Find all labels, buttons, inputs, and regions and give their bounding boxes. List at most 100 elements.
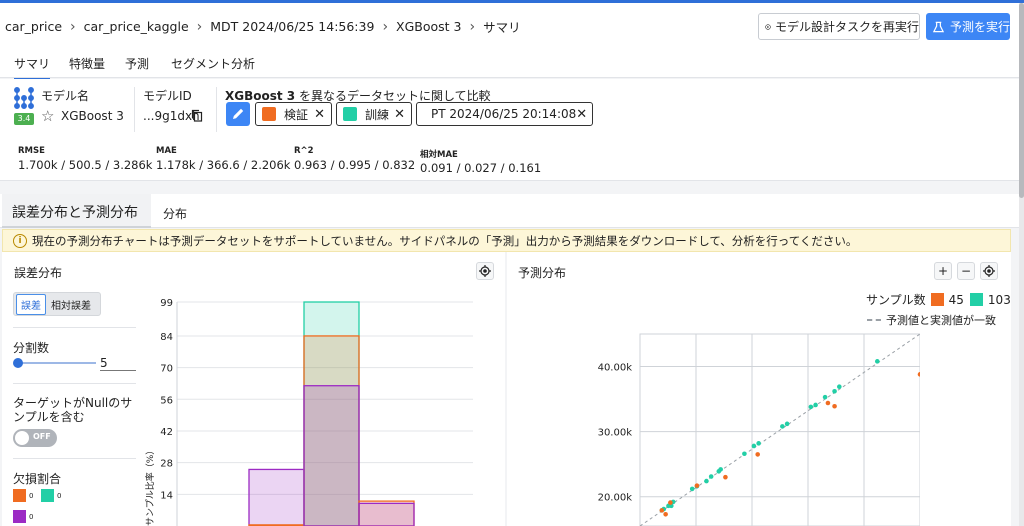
model-tree-icon [14,87,34,109]
scrollbar-thumb[interactable] [1019,3,1024,198]
section-title: 誤差分布と予測分布 [2,194,151,228]
scatter-point [755,452,760,457]
histogram-bar [358,502,415,526]
zoom-out-icon[interactable]: − [957,262,975,280]
divider [13,327,136,328]
dashed-line-swatch [867,319,881,321]
scatter-point [822,394,828,400]
legend-swatch-training [969,293,983,306]
y-tick-label: 70 [160,364,173,375]
missing-value: 0 [57,492,62,500]
bins-label: 分割数 [13,341,50,355]
y-tick-label: 20.00k [598,493,633,504]
compare-heading-text: を異なるデータセットに関して比較 [298,89,491,103]
missing-ratio-label: 欠損割合 [13,472,62,486]
divider [13,383,136,384]
metric-value-rmse: 1.700k / 500.5 / 3.286k [18,158,153,172]
bins-input[interactable]: 5 [100,356,136,371]
y-tick-label: 42 [160,427,173,438]
breadcrumb-model[interactable]: XGBoost 3 [396,19,461,34]
compare-model-name: XGBoost 3 [225,89,296,103]
metric-label-rmse: RMSE [18,146,45,156]
sample-count-training: 103 [987,292,1011,307]
model-id-label: モデルID [143,89,192,103]
pencil-icon [233,108,244,119]
metric-label-relative-mae: 相対MAE [420,150,458,160]
warning-banner: i 現在の予測分布チャートは予測データセットをサポートしていません。サイドパネル… [2,229,1011,252]
scatter-point [756,441,761,446]
histogram-bar [248,468,305,526]
scatter-point [751,443,757,449]
y-tick-label: 14 [160,490,173,501]
missing-swatch-training [41,489,54,502]
tab-distribution[interactable]: 分布 [163,205,187,222]
missing-swatch-validation [13,489,26,502]
zoom-in-icon[interactable]: + [934,262,952,280]
scatter-point [813,402,818,408]
focus-icon[interactable] [476,262,494,280]
dataset-chip-validation[interactable]: 検証 ✕ [255,102,332,126]
breadcrumb-dataset[interactable]: car_price_kaggle [84,19,189,34]
sample-count-label: サンプル数 [866,293,926,307]
color-swatch [343,107,357,121]
missing-swatch-prediction [13,510,26,523]
edit-datasets-button[interactable] [226,102,250,126]
tab-summary[interactable]: サマリ [14,55,51,80]
dataset-chip-label: 訓練 [365,107,390,122]
scatter-point [659,508,665,513]
prediction-scatter: 40.00k 30.00k 20.00k [598,333,920,526]
chevron-right-icon: › [469,18,476,35]
divider [134,87,135,132]
dataset-chip-label: PT 2024/06/25 20:14:08 [431,107,577,121]
breadcrumb: car_price › car_price_kaggle › MDT 2024/… [5,17,521,36]
metric-value-relative-mae: 0.091 / 0.027 / 0.161 [420,161,542,175]
close-icon[interactable]: ✕ [314,107,325,122]
scatter-point [825,400,831,406]
missing-value: 0 [29,492,34,500]
include-null-toggle[interactable]: OFF [13,429,57,447]
include-null-label: ターゲットがNullのサンプルを含む [13,396,133,424]
segment-error[interactable]: 誤差 [16,293,46,315]
scatter-point [668,500,673,505]
rerun-task-button[interactable]: モデル設計タスクを再実行 [758,13,920,40]
tab-prediction[interactable]: 予測 [125,55,149,72]
breadcrumb-project[interactable]: car_price [5,19,62,34]
chevron-right-icon: › [70,18,76,35]
close-icon[interactable]: ✕ [576,107,587,122]
y-tick-label: 40.00k [598,363,633,374]
run-prediction-button[interactable]: 予測を実行 [926,13,1010,40]
predict-icon [932,21,945,32]
scatter-point [742,451,747,457]
dataset-chip-prediction[interactable]: PT 2024/06/25 20:14:08 ✕ [416,102,593,126]
scatter-point [837,384,842,390]
breadcrumb-current: サマリ [483,20,521,35]
error-histogram: 99 84 70 56 42 28 14 サンプル比率（%） [144,298,473,526]
bins-slider-thumb[interactable] [13,358,23,368]
y-tick-label: 28 [160,459,173,470]
model-name-label: モデル名 [41,89,90,103]
scatter-point [808,404,814,410]
dataset-chip-training[interactable]: 訓練 ✕ [336,102,412,126]
chevron-right-icon: › [382,18,389,35]
focus-icon[interactable] [980,262,998,280]
scatter-point [663,511,668,517]
scatter-point [832,388,837,394]
tab-segment-analysis[interactable]: セグメント分析 [171,55,255,72]
metric-label-r2: R^2 [294,146,314,156]
segment-relative-error[interactable]: 相対誤差 [46,297,96,312]
page-scrollbar[interactable] [1019,3,1024,526]
rerun-task-label: モデル設計タスクを再実行 [774,20,919,34]
scatter-point [784,421,790,427]
bins-slider-track[interactable] [16,362,96,364]
toggle-knob [15,431,29,445]
breadcrumb-task[interactable]: MDT 2024/06/25 14:56:39 [210,19,374,34]
metric-value-mae: 1.178k / 366.6 / 2.206k [156,158,291,172]
tab-features[interactable]: 特徴量 [69,55,105,72]
color-swatch [262,107,276,121]
model-name-value: XGBoost 3 [61,109,124,123]
close-icon[interactable]: ✕ [394,107,405,122]
copy-icon[interactable] [191,109,203,122]
model-version-badge: 3.4 [14,113,34,125]
star-icon[interactable]: ☆ [41,107,54,125]
divider [13,458,136,459]
